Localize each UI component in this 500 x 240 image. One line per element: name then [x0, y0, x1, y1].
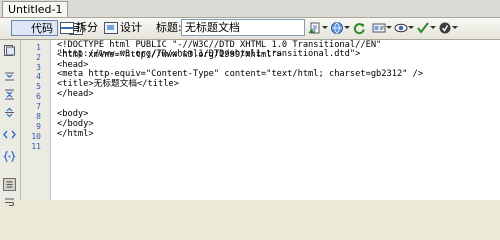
validate-markup-button[interactable] [416, 21, 436, 35]
document-tab-bar: Untitled-1 [0, 0, 500, 18]
code-editor[interactable] [51, 40, 500, 200]
view-options-button[interactable] [372, 21, 392, 35]
document-tab[interactable]: Untitled-1 [2, 1, 69, 17]
preview-browser-icon [331, 22, 343, 34]
file-management-icon [308, 22, 320, 34]
line-number: 3 [36, 63, 41, 72]
code-view-button[interactable]: 代码 [11, 20, 83, 36]
line-number: 8 [36, 112, 41, 121]
code-line: </html> [57, 129, 94, 139]
line-number: 6 [36, 92, 41, 101]
check-compatibility-button[interactable] [438, 21, 458, 35]
split-view-label: 拆分 [76, 21, 98, 34]
word-wrap-icon[interactable] [3, 196, 16, 209]
document-toolbar: 代码 拆分 设计 标题: [0, 18, 500, 40]
balance-braces-icon[interactable] [3, 150, 16, 163]
title-label: 标题: [156, 21, 182, 34]
split-view-icon [60, 22, 74, 34]
code-line: <body> [57, 109, 89, 119]
file-management-button[interactable] [308, 21, 328, 35]
code-view-label: 代码 [31, 22, 53, 35]
design-view-button[interactable]: 设计 [101, 20, 146, 36]
title-input[interactable] [181, 19, 305, 36]
line-numbers-icon[interactable] [3, 178, 16, 191]
line-number: 2 [36, 53, 41, 62]
line-number: 7 [36, 102, 41, 111]
visual-aids-button[interactable] [394, 21, 414, 35]
design-view-icon [104, 22, 118, 34]
preview-browser-button[interactable] [330, 21, 350, 35]
design-view-label: 设计 [120, 21, 142, 34]
code-line: <title>无标题文档</title> [57, 79, 179, 89]
line-number: 5 [36, 82, 41, 91]
refresh-button[interactable] [352, 21, 366, 35]
visual-aids-icon [394, 23, 408, 33]
line-number: 1 [36, 43, 41, 52]
refresh-icon [353, 23, 365, 35]
line-number: 4 [36, 72, 41, 81]
split-view-button[interactable]: 拆分 [57, 20, 102, 36]
check-compatibility-icon [439, 22, 451, 34]
line-number: 9 [36, 122, 41, 131]
code-line: <html xmlns="http://www.w3.org/1999/xhtm… [57, 50, 282, 60]
line-number: 11 [31, 142, 41, 151]
code-line: </head> [57, 89, 94, 99]
line-number: 10 [31, 132, 41, 141]
code-line: </body> [57, 119, 94, 129]
validate-markup-icon [417, 22, 429, 34]
view-options-icon [372, 23, 386, 33]
code-line: <meta http-equiv="Content-Type" content=… [57, 69, 424, 79]
